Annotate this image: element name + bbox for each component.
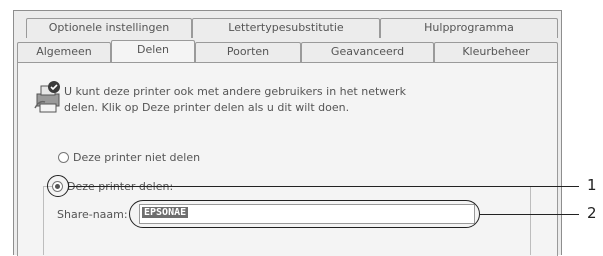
radio-not-share[interactable]: Deze printer niet delen [58, 151, 200, 164]
tab-geavanceerd[interactable]: Geavanceerd [301, 42, 434, 62]
printer-share-icon [34, 81, 60, 113]
tab-label: Algemeen [36, 45, 92, 58]
callout-line-1 [69, 186, 579, 188]
tab-label: Lettertypesubstitutie [228, 21, 344, 34]
tab-label: Delen [136, 43, 170, 56]
tab-label: Poorten [226, 45, 270, 58]
tab-algemeen[interactable]: Algemeen [17, 42, 111, 62]
radio-label-not-share: Deze printer niet delen [73, 151, 201, 164]
radio-button-unchecked[interactable] [58, 152, 69, 163]
callout-number-1: 1 [587, 176, 597, 194]
tab-label: Optionele instellingen [48, 21, 170, 34]
tab-lettertypesubstitutie[interactable]: Lettertypesubstitutie [192, 18, 380, 38]
tab-optionele-instellingen[interactable]: Optionele instellingen [26, 18, 192, 38]
info-line-1: U kunt deze printer ook met andere gebru… [64, 85, 406, 98]
tab-kleurbeheer[interactable]: Kleurbeheer [434, 42, 558, 62]
tab-hulpprogramma[interactable]: Hulpprogramma [380, 18, 558, 38]
info-text: U kunt deze printer ook met andere gebru… [64, 84, 406, 116]
tab-label: Kleurbeheer [462, 45, 530, 58]
callout-circle-1 [47, 175, 69, 197]
tab-poorten[interactable]: Poorten [195, 42, 301, 62]
share-name-label: Share-naam: [57, 208, 128, 221]
tab-label: Geavanceerd [330, 45, 405, 58]
tab-delen[interactable]: Delen [111, 40, 195, 62]
tab-label: Hulpprogramma [424, 21, 514, 34]
callout-number-2: 2 [587, 204, 597, 222]
info-line-2: delen. Klik op Deze printer delen als u … [64, 101, 350, 114]
callout-oval-2 [129, 200, 480, 228]
callout-line-2 [480, 214, 579, 216]
